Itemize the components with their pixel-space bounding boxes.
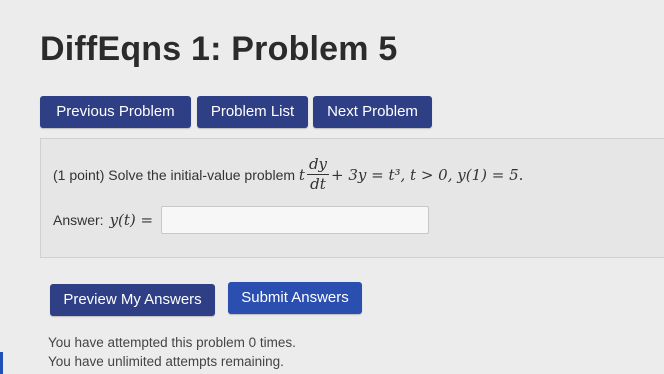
equation-t: t <box>298 165 305 184</box>
left-edge-accent <box>0 352 3 374</box>
answer-input[interactable] <box>161 206 430 234</box>
fraction-denominator: dt <box>310 175 326 193</box>
preview-answers-button[interactable]: Preview My Answers <box>50 284 215 316</box>
problem-statement: (1 point) Solve the initial-value proble… <box>53 157 523 192</box>
attempt-status: You have attempted this problem 0 times.… <box>48 333 296 371</box>
problem-prompt: Solve the initial-value problem <box>108 166 296 183</box>
problem-panel: (1 point) Solve the initial-value proble… <box>40 138 664 258</box>
next-problem-button[interactable]: Next Problem <box>313 96 432 128</box>
page-title: DiffEqns 1: Problem 5 <box>40 30 398 68</box>
submit-answers-button[interactable]: Submit Answers <box>228 282 362 314</box>
problem-list-button[interactable]: Problem List <box>197 96 308 128</box>
equation-rest: + 3y = t³, t > 0, y(1) = 5. <box>331 165 524 184</box>
fraction-numerator: dy <box>306 155 330 175</box>
remaining-attempts-text: You have unlimited attempts remaining. <box>48 354 284 369</box>
previous-problem-button[interactable]: Previous Problem <box>40 96 191 128</box>
attempts-text: You have attempted this problem 0 times. <box>48 335 296 350</box>
answer-label: Answer: <box>53 212 104 228</box>
answer-lhs: y(t) = <box>109 211 154 229</box>
derivative-fraction: dy dt <box>306 155 330 193</box>
answer-row: Answer: y(t) = <box>53 205 430 235</box>
problem-points: (1 point) <box>53 166 105 183</box>
